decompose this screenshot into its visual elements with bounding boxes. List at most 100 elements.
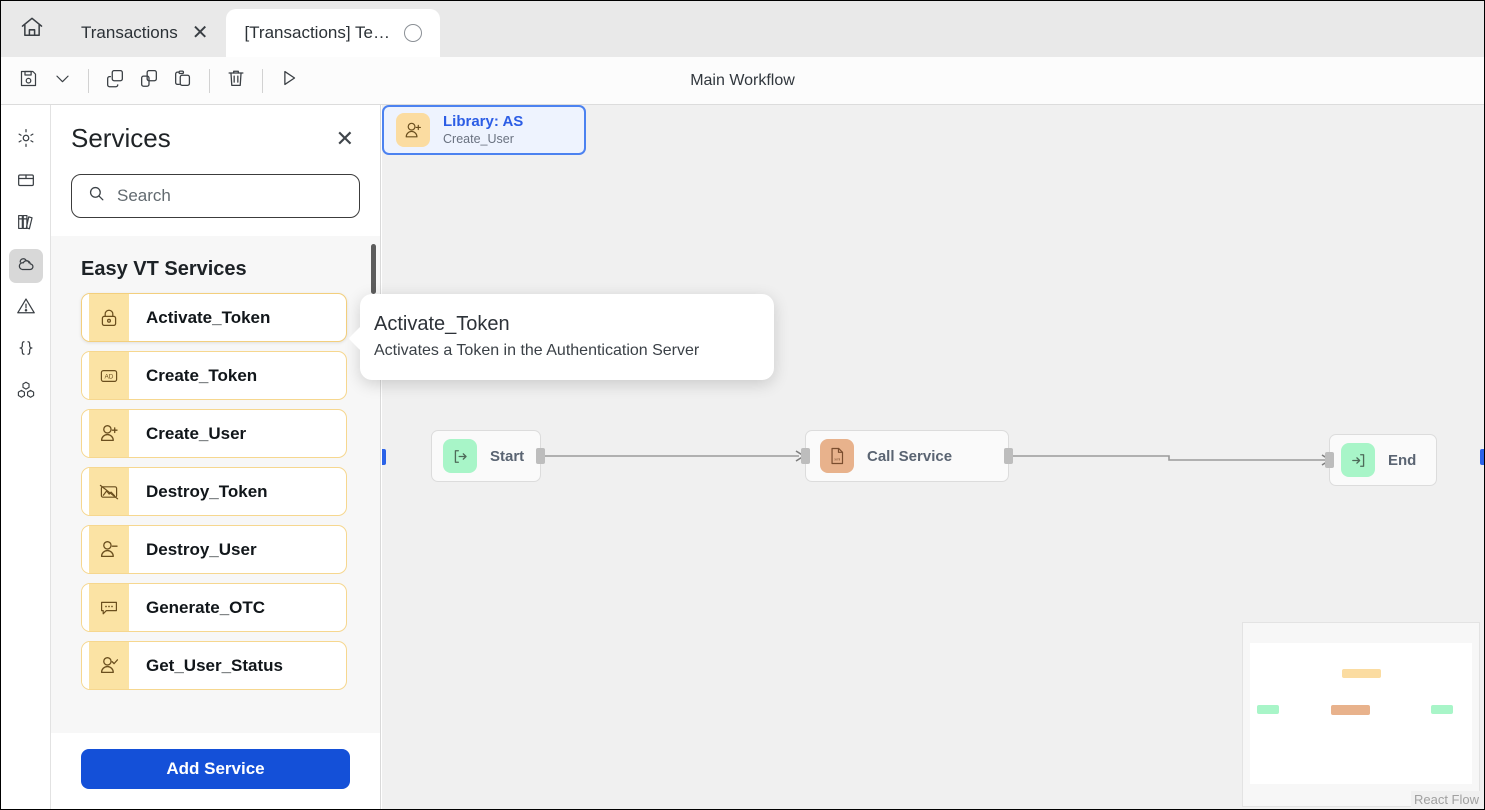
delete-button[interactable] [219,64,253,98]
arrow-enter-icon [443,439,477,473]
tooltip-title: Activate_Token [374,313,510,335]
node-handle-right[interactable] [1480,449,1484,465]
node-start[interactable]: Start [431,430,545,482]
item-accent-pad [82,294,89,341]
service-item-label: Create_User [146,423,247,443]
rail-item-services[interactable] [8,249,43,283]
service-item-label: Destroy_Token [146,481,268,501]
user-check-icon [89,642,129,689]
paste-button[interactable] [166,64,200,98]
arrow-exit-icon [1341,443,1375,477]
copy-button[interactable] [98,64,132,98]
service-tooltip: Activate_Token Activates a Token in the … [360,294,774,380]
item-accent-pad [82,526,89,573]
spinner-icon [403,24,422,42]
node-handle-left[interactable] [801,448,810,464]
search-input[interactable] [117,186,344,206]
minimap-node [1331,705,1370,715]
service-item-label: Get_User_Status [146,655,284,675]
node-handle-left[interactable] [1325,452,1334,468]
react-flow-attribution[interactable]: React Flow [1410,791,1482,808]
node-label: Start [490,447,525,465]
rail-item-errors[interactable] [9,291,43,325]
minimap[interactable] [1242,622,1480,807]
panel-header: Services ✕ [51,105,380,236]
curly-braces-icon [15,337,37,364]
service-item-create-user[interactable]: Create_User [81,409,347,458]
minimap-node [1431,705,1453,714]
tab-label: Transactions [81,23,178,42]
minimap-node [1257,705,1279,714]
service-item-create-token[interactable]: AD Create_Token [81,351,347,400]
app-window: Transactions ✕ [Transactions] Te… Main W… [0,0,1485,810]
copy-icon [104,67,126,94]
node-handle-right[interactable] [536,448,545,464]
node-handle-right[interactable] [1004,448,1013,464]
user-plus-icon [396,113,430,147]
close-icon[interactable]: ✕ [330,126,360,152]
rail-item-libraries[interactable] [9,207,43,241]
duplicate-button[interactable] [132,64,166,98]
services-scrollbar[interactable] [371,244,376,294]
node-handle-left[interactable] [382,449,386,465]
tooltip-description: Activates a Token in the Authentication … [374,342,700,359]
toolbar-separator [88,68,89,93]
node-label: End [1388,451,1417,469]
lock-icon [89,294,129,341]
home-button[interactable] [1,1,63,57]
minimap-viewport [1250,643,1472,784]
service-item-get-user-status[interactable]: Get_User_Status [81,641,347,690]
close-icon[interactable]: ✕ [192,23,209,43]
rail-item-package[interactable] [9,165,43,199]
search-box[interactable] [71,174,360,218]
xml-file-icon: xml [820,439,854,473]
tab-bar: Transactions ✕ [Transactions] Te… [1,1,1484,57]
node-end[interactable]: End [1325,434,1437,486]
service-item-activate-token[interactable]: Activate_Token [81,293,347,342]
services-panel: Services ✕ Easy VT Services [51,105,381,809]
save-dropdown-button[interactable] [45,64,79,98]
item-accent-pad [82,468,89,515]
rail-item-components[interactable] [9,375,43,409]
clouds-icon [14,252,37,280]
run-button[interactable] [272,64,306,98]
add-service-button[interactable]: Add Service [81,749,350,789]
services-list: Activate_Token AD Create_Token Create_Us… [51,293,380,690]
duplicate-icon [138,67,160,94]
play-icon [278,67,300,94]
item-accent-pad [82,352,89,399]
node-subtitle: Create_User [443,131,514,146]
home-icon [19,14,45,45]
rail-item-settings[interactable] [9,123,43,157]
box-icon [15,169,37,196]
rail-item-variables[interactable] [9,333,43,367]
chat-dots-icon [89,584,129,631]
tab-label: [Transactions] Te… [244,23,390,42]
toolbar-separator [209,68,210,93]
service-item-label: Generate_OTC [146,597,266,617]
service-item-generate-otc[interactable]: Generate_OTC [81,583,347,632]
svg-text:AD: AD [105,373,114,380]
item-accent-pad [82,584,89,631]
chevron-down-icon [53,69,72,93]
item-accent-pad [82,642,89,689]
service-item-destroy-token[interactable]: Destroy_Token [81,467,347,516]
toolbar-separator [262,68,263,93]
service-item-destroy-user[interactable]: Destroy_User [81,525,347,574]
panel-footer: Add Service [51,733,380,809]
minimap-node [1342,669,1381,678]
node-call-service[interactable]: xml Call Service [801,430,1013,482]
search-icon [87,184,106,208]
tab-transactions[interactable]: Transactions ✕ [63,9,226,57]
tab-transactions-te[interactable]: [Transactions] Te… [226,9,440,57]
nav-rail [1,105,51,809]
warning-triangle-icon [15,295,37,322]
user-minus-icon [89,526,129,573]
services-list-container: Easy VT Services Activate_Token AD Creat… [51,236,380,733]
node-library-as[interactable]: Library: AS Create_User [382,105,1484,465]
save-button[interactable] [11,64,45,98]
service-item-label: Activate_Token [146,307,271,327]
toolbar: Main Workflow [1,57,1484,105]
service-item-label: Create_Token [146,365,258,385]
workflow-canvas[interactable]: Library: AS Create_User Start xml Call S… [382,105,1484,809]
